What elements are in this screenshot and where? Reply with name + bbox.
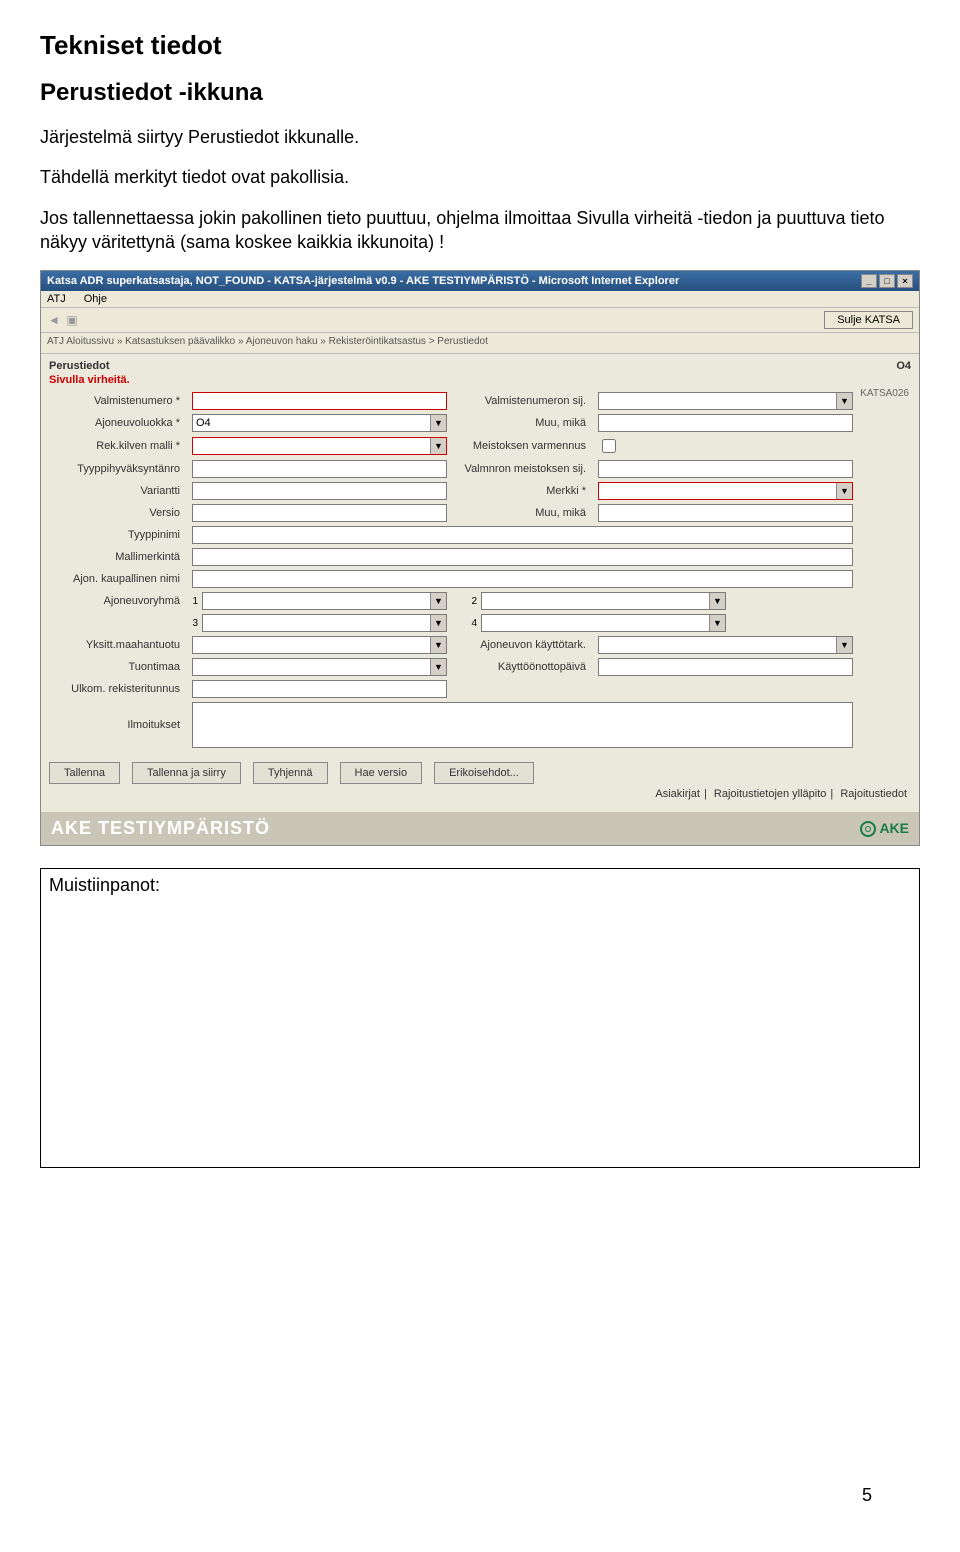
label-muu-mika-1: Muu, mikä [455, 417, 590, 429]
window-titlebar: Katsa ADR superkatsastaja, NOT_FOUND - K… [41, 271, 919, 291]
label-num-2: 2 [467, 596, 477, 607]
footer-bar: AKE TESTIYMPÄRISTÖ AKE [41, 812, 919, 845]
input-muu-mika-1[interactable] [598, 414, 853, 432]
paragraph-1: Järjestelmä siirtyy Perustiedot ikkunall… [40, 125, 920, 149]
input-tyyppihyvaksyntanro[interactable] [192, 460, 447, 478]
erikoisehdot-button[interactable]: Erikoisehdot... [434, 762, 534, 784]
paragraph-3: Jos tallennettaessa jokin pakollinen tie… [40, 206, 920, 255]
close-katsa-button[interactable]: Sulje KATSA [824, 311, 913, 329]
back-icon[interactable]: ◄ [47, 313, 61, 327]
tallenna-ja-siirry-button[interactable]: Tallenna ja siirry [132, 762, 241, 784]
menubar: ATJ Ohje [41, 291, 919, 308]
input-versio[interactable] [192, 504, 447, 522]
breadcrumb: ATJ Aloitussivu » Katsastuksen päävalikk… [41, 333, 919, 354]
browser-window: Katsa ADR superkatsastaja, NOT_FOUND - K… [40, 270, 920, 846]
input-valmnron-meistoksen-sij[interactable] [598, 460, 853, 478]
close-icon[interactable]: × [897, 274, 913, 288]
label-valmnron-meistoksen-sij: Valmnron meistoksen sij. [455, 463, 590, 475]
panel-code-o4: O4 [896, 360, 911, 372]
label-mallimerkinta: Mallimerkintä [49, 551, 184, 563]
window-title: Katsa ADR superkatsastaja, NOT_FOUND - K… [47, 275, 679, 287]
page-number: 5 [862, 1485, 872, 1506]
input-mallimerkinta[interactable] [192, 548, 853, 566]
environment-label: AKE TESTIYMPÄRISTÖ [51, 818, 270, 839]
notes-box: Muistiinpanot: [40, 868, 920, 1168]
select-ajoneuvoryhma-3[interactable] [202, 614, 447, 632]
tyhjenna-button[interactable]: Tyhjennä [253, 762, 328, 784]
link-asiakirjat[interactable]: Asiakirjat [651, 788, 704, 800]
label-variantti: Variantti [49, 485, 184, 497]
label-num-4: 4 [467, 618, 477, 629]
select-ajoneuvon-kayttotark[interactable] [598, 636, 853, 654]
ake-logo-icon [860, 821, 876, 837]
select-ajoneuvoluokka[interactable] [192, 414, 447, 432]
label-kayttoonottopaiva: Käyttöönottopäivä [455, 661, 590, 673]
label-muu-mika-2: Muu, mikä [455, 507, 590, 519]
label-rek-kilven-malli: Rek.kilven malli * [49, 440, 184, 452]
notes-label: Muistiinpanot: [49, 875, 160, 895]
link-rajoitustiedot[interactable]: Rajoitustiedot [836, 788, 911, 800]
hae-versio-button[interactable]: Hae versio [340, 762, 423, 784]
label-ulkom-rekisteritunnus: Ulkom. rekisteritunnus [49, 683, 184, 695]
screen-code: KATSA026 [860, 388, 909, 399]
minimize-icon[interactable]: _ [861, 274, 877, 288]
select-ajoneuvoryhma-1[interactable] [202, 592, 447, 610]
heading-1: Tekniset tiedot [40, 30, 920, 61]
menu-ohje[interactable]: Ohje [84, 293, 107, 305]
bottom-links: Asiakirjat| Rajoitustietojen ylläpito| R… [49, 788, 911, 800]
input-variantti[interactable] [192, 482, 447, 500]
input-ajon-kaupallinen-nimi[interactable] [192, 570, 853, 588]
select-valmistenumeron-sij[interactable] [598, 392, 853, 410]
input-kayttoonottopaiva[interactable] [598, 658, 853, 676]
label-meistoksen-varmennus: Meistoksen varmennus [455, 440, 590, 452]
panel-title: Perustiedot [49, 360, 110, 372]
label-valmistenumero: Valmistenumero * [49, 395, 184, 407]
paragraph-2: Tähdellä merkityt tiedot ovat pakollisia… [40, 165, 920, 189]
label-ajon-kaupallinen-nimi: Ajon. kaupallinen nimi [49, 573, 184, 585]
checkbox-meistoksen-varmennus[interactable] [602, 439, 616, 453]
select-ajoneuvoryhma-2[interactable] [481, 592, 726, 610]
toolbar: ◄ ▣ Sulje KATSA [41, 308, 919, 333]
label-tuontimaa: Tuontimaa [49, 661, 184, 673]
input-valmistenumero[interactable] [192, 392, 447, 410]
textarea-ilmoitukset[interactable] [192, 702, 853, 748]
label-merkki: Merkki * [455, 485, 590, 497]
form-panel: Perustiedot O4 Sivulla virheitä. KATSA02… [41, 354, 919, 812]
error-message: Sivulla virheitä. [49, 374, 911, 386]
label-num-1: 1 [188, 596, 198, 607]
input-muu-mika-2[interactable] [598, 504, 853, 522]
menu-atj[interactable]: ATJ [47, 293, 66, 305]
input-tyyppinimi[interactable] [192, 526, 853, 544]
tallenna-button[interactable]: Tallenna [49, 762, 120, 784]
label-num-3: 3 [188, 618, 198, 629]
label-tyyppinimi: Tyyppinimi [49, 529, 184, 541]
select-merkki[interactable] [598, 482, 853, 500]
label-tyyppihyvaksyntanro: Tyyppihyväksyntänro [49, 463, 184, 475]
label-valmistenumeron-sij: Valmistenumeron sij. [455, 395, 590, 407]
input-ulkom-rekisteritunnus[interactable] [192, 680, 447, 698]
heading-2: Perustiedot -ikkuna [40, 79, 920, 107]
label-ajoneuvoryhma: Ajoneuvoryhmä [49, 595, 184, 607]
label-ajoneuvoluokka: Ajoneuvoluokka * [49, 417, 184, 429]
label-yksitt-maahantuotu: Yksitt.maahantuotu [49, 639, 184, 651]
label-ajoneuvon-kayttotark: Ajoneuvon käyttötark. [455, 639, 590, 651]
label-ilmoitukset: Ilmoitukset [49, 719, 184, 731]
stop-icon[interactable]: ▣ [65, 313, 79, 327]
select-ajoneuvoryhma-4[interactable] [481, 614, 726, 632]
maximize-icon[interactable]: □ [879, 274, 895, 288]
ake-logo: AKE [860, 820, 909, 837]
link-rajoitustietojen-yllapito[interactable]: Rajoitustietojen ylläpito [710, 788, 831, 800]
label-versio: Versio [49, 507, 184, 519]
select-tuontimaa[interactable] [192, 658, 447, 676]
select-rek-kilven-malli[interactable] [192, 437, 447, 455]
select-yksitt-maahantuotu[interactable] [192, 636, 447, 654]
